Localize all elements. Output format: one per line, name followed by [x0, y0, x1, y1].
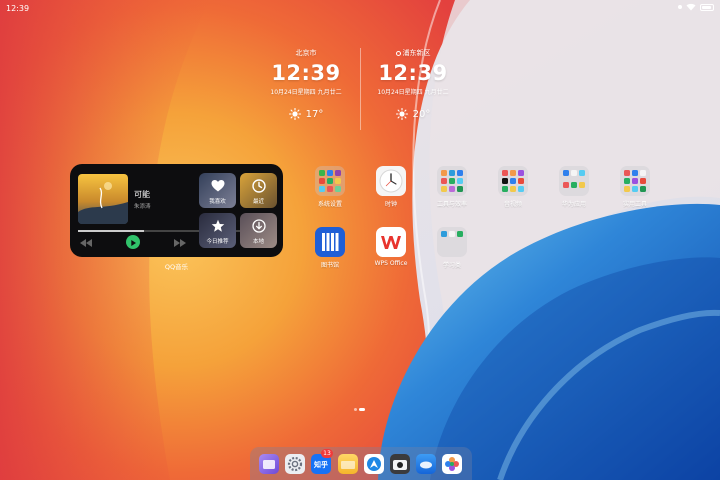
play-button[interactable]	[126, 235, 140, 249]
media-folder-icon	[498, 166, 528, 196]
progress-fill	[78, 230, 144, 232]
download-icon	[251, 219, 266, 233]
wifi-icon	[686, 3, 696, 11]
tile-label: 今日推荐	[206, 239, 229, 245]
app-utilities-folder[interactable]: 实用工具	[607, 166, 663, 208]
clock-widget-pudong[interactable]: 浦东新区 12:39 10月24日星期四 九月廿二 20°	[358, 48, 468, 120]
dock: 知乎 13	[250, 447, 472, 480]
clock-time: 12:39	[271, 61, 341, 85]
app-clock[interactable]: 时钟	[363, 166, 419, 208]
app-label: 华为应用	[561, 201, 586, 208]
song-artist: 朱添涛	[134, 204, 151, 210]
notification-dot-icon	[678, 5, 682, 9]
clock-city-label: 北京市	[295, 49, 317, 57]
clock-icon	[251, 179, 266, 193]
tile-label: 我喜欢	[209, 199, 226, 205]
notification-badge: 13	[321, 449, 333, 458]
utilities-folder-icon	[620, 166, 650, 196]
clock-weather: 17°	[251, 108, 361, 120]
album-art[interactable]	[78, 174, 128, 224]
play-icon	[131, 240, 136, 246]
camera-icon[interactable]	[390, 454, 410, 474]
status-time: 12:39	[6, 4, 30, 13]
library-icon	[315, 227, 345, 257]
wps-office-icon	[376, 227, 406, 257]
folder-app-icon[interactable]	[259, 454, 279, 474]
song-title: 可能	[134, 190, 150, 199]
qq-music-widget[interactable]: 可能 朱添涛 我喜欢 最近 今日推荐 本地	[70, 164, 283, 257]
app-study-folder[interactable]: 学习类	[424, 227, 480, 269]
app-label: 时钟	[384, 201, 397, 208]
sun-icon	[395, 108, 408, 120]
tile-daily-picks[interactable]: 今日推荐	[199, 213, 236, 248]
app-label: 工具与效率	[436, 201, 467, 208]
clock-city-label: 浦东新区	[402, 49, 431, 57]
app-wps-office[interactable]: WPS Office	[363, 227, 419, 267]
clock-icon	[376, 166, 406, 196]
page-indicator[interactable]	[354, 408, 365, 411]
status-icons	[678, 3, 714, 11]
tile-recent[interactable]: 最近	[240, 173, 277, 208]
clock-city: 北京市	[251, 48, 361, 58]
zhihu-label: 知乎	[314, 461, 328, 469]
next-track-icon[interactable]	[174, 238, 186, 248]
app-label: 系统设置	[317, 201, 342, 208]
app-label: 音视频	[503, 201, 522, 208]
clock-date: 10月24日星期四 九月廿二	[377, 89, 449, 96]
browser-icon[interactable]	[364, 454, 384, 474]
study-folder-icon	[437, 227, 467, 257]
tile-local[interactable]: 本地	[240, 213, 277, 248]
tile-favorites[interactable]: 我喜欢	[199, 173, 236, 208]
app-library[interactable]: 图书馆	[302, 227, 358, 269]
widget-caption: QQ音乐	[164, 263, 189, 271]
app-system-settings-folder[interactable]: 系统设置	[302, 166, 358, 208]
app-label: 图书馆	[320, 262, 339, 269]
clock-widget-beijing[interactable]: 北京市 12:39 10月24日星期四 九月廿二 17°	[251, 48, 361, 120]
app-label: WPS Office	[374, 260, 408, 267]
clock-temperature: 20°	[412, 108, 431, 120]
clock-city: 浦东新区	[358, 48, 468, 58]
clock-temperature: 17°	[305, 108, 324, 120]
gallery-icon[interactable]	[442, 454, 462, 474]
app-media-folder[interactable]: 音视频	[485, 166, 541, 208]
status-bar: 12:39	[0, 0, 720, 18]
clock-weather: 20°	[358, 108, 468, 120]
sun-icon	[288, 108, 301, 120]
location-icon	[395, 50, 401, 56]
file-manager-icon[interactable]	[338, 454, 358, 474]
album-art-image	[78, 174, 128, 224]
app-label: 实用工具	[622, 201, 647, 208]
clock-time: 12:39	[378, 61, 448, 85]
huawei-apps-folder-icon	[559, 166, 589, 196]
clock-date: 10月24日星期四 九月廿二	[270, 89, 342, 96]
tools-folder-icon	[437, 166, 467, 196]
battery-icon	[700, 3, 714, 11]
tile-label: 最近	[252, 199, 264, 205]
page-dot-active	[359, 408, 365, 411]
app-label: 学习类	[442, 262, 461, 269]
app-tools-folder[interactable]: 工具与效率	[424, 166, 480, 208]
cloud-drive-icon[interactable]	[416, 454, 436, 474]
app-huawei-folder[interactable]: 华为应用	[546, 166, 602, 208]
tile-label: 本地	[252, 239, 264, 245]
previous-track-icon[interactable]	[80, 238, 92, 248]
page-dot	[354, 408, 357, 411]
star-icon	[211, 219, 224, 232]
settings-folder-icon	[315, 166, 345, 196]
settings-icon[interactable]	[285, 454, 305, 474]
heart-icon	[211, 180, 224, 192]
